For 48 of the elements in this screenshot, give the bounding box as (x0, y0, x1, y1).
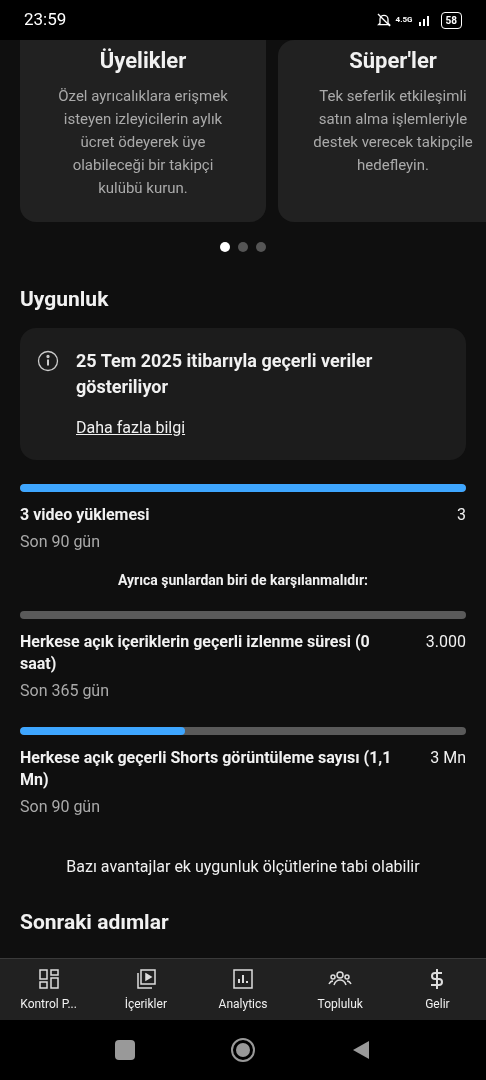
section-heading: Uygunluk (20, 286, 110, 313)
nav-label: Gelir (425, 995, 450, 1013)
battery-indicator: 58 (440, 11, 462, 29)
nav-label: Analytics (218, 995, 268, 1013)
learn-more-link[interactable]: Daha fazla bilgi (76, 415, 450, 440)
card-title: Üyelikler (99, 47, 187, 75)
card-description: hedefleyin. (357, 155, 429, 176)
nav-tab[interactable]: Gelir (388, 959, 486, 1020)
requirement-label: 3 video yüklemesi (20, 503, 150, 526)
feature-card[interactable]: Süper'ler Tek seferlik etkileşimli satın alma işlemleriyle destek verecek takipçile hedefleyin. (278, 40, 486, 222)
section-heading: Sonraki adımlar (20, 908, 170, 936)
nav-tab[interactable]: Analytics (194, 959, 292, 1020)
status-time: 23:59 (24, 8, 67, 32)
card-description: ücret ödeyerek üye (80, 132, 206, 153)
requirement-period: Son 90 gün (20, 530, 102, 553)
back-icon[interactable] (351, 1040, 371, 1060)
card-description: satın alma işlemleriyle (318, 109, 468, 130)
also-required-text: Ayrıca şunlardan biri de karşılanmalıdır: (117, 570, 369, 590)
requirement-period: Son 90 gün (20, 795, 102, 818)
recents-icon[interactable] (115, 1040, 135, 1060)
requirement-label: Herkese açık geçerli Shorts görüntüleme sayısı (1,1 Mn) (20, 746, 393, 791)
card-description: kulübü kurun. (98, 178, 188, 199)
home-icon[interactable] (231, 1038, 255, 1062)
nav-tab[interactable]: Topluluk (291, 959, 389, 1020)
nav-tab[interactable]: İçerikler (97, 959, 195, 1020)
card-title: Süper'ler (349, 47, 437, 75)
dashboard-icon (36, 966, 61, 991)
note-text: Bazı avantajlar ek uygunluk ölçütlerine tabi olabilir (65, 855, 421, 878)
card-description: Tek seferlik etkileşimli (319, 86, 467, 107)
bell-off-icon (375, 12, 392, 28)
card-description: olabileceği bir takipçi (72, 155, 214, 176)
requirement-target: 3 (457, 503, 466, 526)
info-text: 25 Tem 2025 itibarıyla geçerli veriler gösteriliyor (76, 348, 374, 399)
card-description: Özel ayrıcalıklara erişmek (58, 86, 228, 107)
nav-label: Kontrol P... (20, 995, 77, 1013)
card-description: isteyen izleyicilerin aylık (63, 109, 223, 130)
requirement-target: 3.000 (425, 630, 466, 653)
card-description: destek verecek takipçile (313, 132, 473, 153)
requirement-period: Son 365 gün (20, 679, 110, 702)
network-label: 4.5G (395, 14, 413, 26)
requirement-label: Herkese açık içeriklerin geçerli izlenme süresi (0 saat) (20, 630, 371, 675)
requirement-target: 3 Mn (430, 746, 466, 769)
feature-card[interactable]: Üyelikler Özel ayrıcalıklara erişmek isteyen izleyicilerin aylık ücret ödeyerek üye olabileceği bir takipçi kulübü kurun. (20, 40, 266, 222)
nav-tab[interactable]: Kontrol P... (0, 959, 98, 1020)
info-icon (36, 348, 60, 373)
nav-label: İçerikler (124, 995, 167, 1013)
analytics-icon (231, 966, 255, 991)
nav-label: Topluluk (317, 995, 363, 1013)
